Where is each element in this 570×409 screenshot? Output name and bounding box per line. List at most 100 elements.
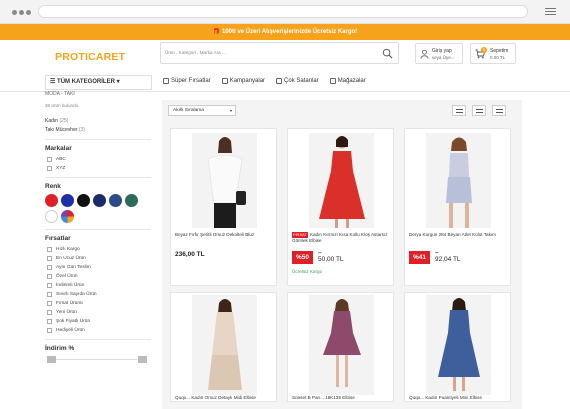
tag-icon	[163, 78, 169, 84]
old-price: ...	[318, 250, 322, 255]
view-list-button[interactable]	[492, 105, 506, 116]
search-icon[interactable]	[382, 48, 393, 59]
gift-icon: 🎁	[212, 29, 222, 35]
view-grid-4-button[interactable]	[452, 105, 466, 116]
opportunity-filter: Fırsatlar Hızlı Kargo En Ucuz Ürün Aynı …	[45, 229, 151, 333]
view-grid-2-button[interactable]	[472, 105, 486, 116]
brand-filter-title: Markalar	[45, 145, 72, 152]
color-swatch-indigo[interactable]	[109, 194, 122, 207]
product-title[interactable]: Ququ... Kadın Puantiyeli Mini Elbise	[409, 395, 508, 401]
brand-checkbox[interactable]: XYZ	[45, 165, 151, 171]
slider-handle-min[interactable]	[47, 356, 56, 363]
old-price: ...	[435, 250, 439, 255]
window-dot[interactable]	[26, 10, 31, 15]
category-link[interactable]: Takı Mücevher (3)	[45, 127, 151, 133]
product-title[interactable]: Ququ... Kadın Omuz Detaylı Midi Elbise	[175, 395, 274, 401]
site-header: PROTICARET Ürün , Kategori , Marka Ara .…	[0, 40, 570, 74]
login-button[interactable]: Giriş yap veya Üye...	[415, 43, 463, 64]
chevron-down-icon: ▾	[114, 79, 120, 85]
color-swatch-red[interactable]	[45, 194, 58, 207]
product-image[interactable]	[426, 133, 491, 228]
product-price: 92,04 TL	[435, 256, 461, 263]
product-image[interactable]	[309, 133, 374, 228]
product-area: Akıllı Sıralama ▾ Beyaz Fırfır Şeritli Om…	[162, 100, 522, 409]
discount-slider[interactable]	[45, 356, 151, 364]
breadcrumb[interactable]: MODA - TAKI	[45, 91, 151, 97]
sort-select[interactable]: Akıllı Sıralama ▾	[168, 105, 236, 116]
product-card[interactable]: Derya Kurgun 284 Beyan Atlet Kolot Takım…	[404, 128, 511, 286]
product-card[interactable]: Ququ... Kadın Omuz Detaylı Midi Elbise	[170, 292, 277, 402]
nav-super-deals[interactable]: Süper Fırsatlar	[163, 78, 211, 84]
color-swatch-white[interactable]	[45, 210, 58, 223]
product-image[interactable]	[426, 295, 491, 395]
opp-checkbox[interactable]: Aynı Gün Teslim	[45, 264, 151, 270]
opp-checkbox[interactable]: Fırsat Ürünü	[45, 300, 151, 306]
filter-sidebar: MODA - TAKI 36 ürün bulundu. Kadın (25) …	[45, 91, 151, 409]
product-title[interactable]: FIRSAT Kadın Kırmızı Kısa Kollu Kloş Asta…	[292, 232, 391, 244]
opp-checkbox[interactable]: Özel Ürün	[45, 273, 151, 279]
cart-count-badge: 0	[481, 47, 487, 53]
menu-icon[interactable]	[545, 8, 556, 16]
search-input[interactable]: Ürün , Kategori , Marka Ara ...	[165, 50, 226, 55]
window-dot[interactable]	[19, 10, 24, 15]
result-count: 36 ürün bulundu.	[45, 103, 80, 108]
product-image[interactable]	[309, 295, 374, 395]
product-card[interactable]: Sonset B Pan... 18K135 Elbise	[287, 292, 394, 402]
login-label: Giriş yap	[432, 48, 452, 54]
discount-badge: %41	[409, 251, 430, 264]
page: 🎁 100tl ve Üzeri Alışverişlerinizde Ücre…	[0, 24, 570, 409]
color-filter: Renk	[45, 177, 151, 223]
cart-total: 0.00 TL	[490, 55, 506, 60]
browser-window: 🎁 100tl ve Üzeri Alışverişlerinizde Ücre…	[0, 0, 570, 409]
product-title[interactable]: Sonset B Pan... 18K135 Elbise	[292, 395, 391, 401]
browser-chrome	[0, 0, 570, 24]
nav-best-sellers[interactable]: Çok Satanlar	[276, 78, 319, 84]
opportunity-filter-title: Fırsatlar	[45, 235, 71, 242]
color-swatch-green[interactable]	[125, 194, 138, 207]
window-dot[interactable]	[12, 10, 17, 15]
nav-stores[interactable]: Mağazalar	[329, 78, 366, 84]
product-card[interactable]: FIRSAT Kadın Kırmızı Kısa Kollu Kloş Asta…	[287, 128, 394, 286]
opp-checkbox[interactable]: Hediyeli Ürün	[45, 327, 151, 333]
all-categories-button[interactable]: ☰ TÜM KATEGORİLER ▾	[45, 75, 152, 90]
search-box[interactable]: Ürün , Kategori , Marka Ara ...	[160, 42, 399, 64]
opp-checkbox[interactable]: Yeni Ürün	[45, 309, 151, 315]
color-swatch-navy[interactable]	[93, 194, 106, 207]
discount-badge: %50	[292, 251, 313, 264]
slider-handle-max[interactable]	[138, 356, 147, 363]
nav-links: Süper Fırsatlar Kampanyalar Çok Satanlar…	[163, 78, 366, 84]
store-icon	[329, 78, 336, 84]
color-swatch-blue[interactable]	[61, 194, 74, 207]
main-nav: ☰ TÜM KATEGORİLER ▾ Süper Fırsatlar Kamp…	[0, 74, 570, 92]
brand-filter: Markalar ABC XYZ	[45, 139, 151, 171]
product-title[interactable]: Beyaz Fırfır Şeritli Omuz Dekolteli Bluz	[175, 232, 274, 238]
brand-checkbox[interactable]: ABC	[45, 156, 151, 162]
product-card[interactable]: Beyaz Fırfır Şeritli Omuz Dekolteli Bluz…	[170, 128, 277, 286]
megaphone-icon	[221, 78, 228, 84]
product-price: 50,00 TL	[318, 256, 344, 263]
cart-button[interactable]: 0 Sepetim 0.00 TL	[470, 43, 516, 64]
opp-checkbox[interactable]: Hızlı Kargo	[45, 246, 151, 252]
color-swatch-multicolor[interactable]	[61, 210, 74, 223]
cart-label: Sepetim	[490, 48, 509, 54]
opp-checkbox[interactable]: İndirimli Ürün	[45, 282, 151, 288]
product-image[interactable]	[192, 133, 257, 228]
opp-checkbox[interactable]: Sınırlı Sayıda Ürün	[45, 291, 151, 297]
user-icon	[420, 49, 429, 59]
category-link[interactable]: Kadın (25)	[45, 118, 151, 124]
product-image[interactable]	[192, 295, 257, 395]
register-label: veya Üye...	[432, 55, 455, 60]
opp-checkbox[interactable]: Şok Fiyatlı Ürün	[45, 318, 151, 324]
address-bar[interactable]	[38, 5, 528, 18]
site-logo[interactable]: PROTICARET	[55, 51, 125, 63]
product-title[interactable]: Derya Kurgun 284 Beyan Atlet Kolot Takım	[409, 232, 508, 238]
nav-campaigns[interactable]: Kampanyalar	[221, 78, 265, 84]
hamburger-icon: ☰	[50, 79, 58, 85]
view-toggles	[452, 105, 506, 116]
chevron-down-icon: ▾	[229, 108, 232, 113]
discount-filter: İndirim %	[45, 339, 151, 364]
discount-filter-title: İndirim %	[45, 345, 75, 352]
color-swatch-black[interactable]	[77, 194, 90, 207]
product-card[interactable]: Ququ... Kadın Puantiyeli Mini Elbise	[404, 292, 511, 402]
opp-checkbox[interactable]: En Ucuz Ürün	[45, 255, 151, 261]
